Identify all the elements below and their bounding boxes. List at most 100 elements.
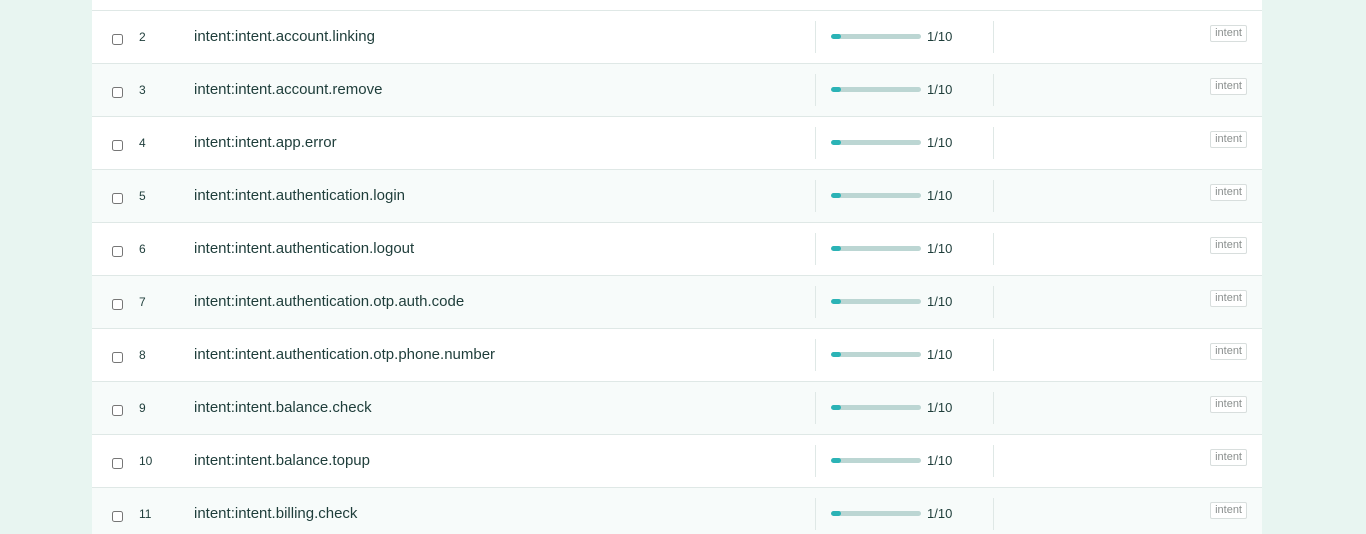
table-row[interactable]: 9 intent:intent.balance.check 1/10 inten… xyxy=(92,382,1262,435)
intent-name[interactable]: intent:intent.billing.check xyxy=(194,505,357,522)
progress-label: 1/10 xyxy=(927,241,953,256)
row-index: 4 xyxy=(139,136,146,150)
progress-fill xyxy=(831,193,841,198)
progress-fill xyxy=(831,405,841,410)
progress-label: 1/10 xyxy=(927,188,953,203)
column-divider xyxy=(815,286,816,318)
row-checkbox[interactable] xyxy=(112,193,123,204)
progress-label: 1/10 xyxy=(927,294,953,309)
intent-table: 2 intent:intent.account.linking 1/10 int… xyxy=(92,0,1262,534)
intent-name[interactable]: intent:intent.balance.check xyxy=(194,399,372,416)
progress-bar xyxy=(831,352,921,357)
table-row[interactable]: 8 intent:intent.authentication.otp.phone… xyxy=(92,329,1262,382)
progress-bar xyxy=(831,299,921,304)
progress-bar xyxy=(831,87,921,92)
row-checkbox[interactable] xyxy=(112,511,123,522)
table-row[interactable]: 11 intent:intent.billing.check 1/10 inte… xyxy=(92,488,1262,534)
column-divider xyxy=(993,127,994,159)
progress-bar xyxy=(831,511,921,516)
row-checkbox[interactable] xyxy=(112,458,123,469)
progress-fill xyxy=(831,458,841,463)
intent-name[interactable]: intent:intent.authentication.login xyxy=(194,187,405,204)
type-tag: intent xyxy=(1210,290,1247,307)
row-index: 3 xyxy=(139,83,146,97)
column-divider xyxy=(815,74,816,106)
progress-bar xyxy=(831,140,921,145)
type-tag: intent xyxy=(1210,237,1247,254)
progress-fill xyxy=(831,87,841,92)
row-checkbox[interactable] xyxy=(112,140,123,151)
row-checkbox[interactable] xyxy=(112,87,123,98)
intent-name[interactable]: intent:intent.account.remove xyxy=(194,81,382,98)
row-index: 6 xyxy=(139,242,146,256)
row-checkbox[interactable] xyxy=(112,405,123,416)
progress-fill xyxy=(831,34,841,39)
table-body: 2 intent:intent.account.linking 1/10 int… xyxy=(92,11,1262,534)
type-tag: intent xyxy=(1210,343,1247,360)
progress-bar xyxy=(831,193,921,198)
table-row[interactable]: 10 intent:intent.balance.topup 1/10 inte… xyxy=(92,435,1262,488)
row-index: 11 xyxy=(139,507,152,521)
table-row[interactable]: 2 intent:intent.account.linking 1/10 int… xyxy=(92,11,1262,64)
column-divider xyxy=(993,498,994,530)
progress-bar xyxy=(831,246,921,251)
column-divider xyxy=(815,445,816,477)
row-checkbox[interactable] xyxy=(112,246,123,257)
table-row[interactable]: 6 intent:intent.authentication.logout 1/… xyxy=(92,223,1262,276)
column-divider xyxy=(815,233,816,265)
row-index: 10 xyxy=(139,454,153,468)
row-checkbox[interactable] xyxy=(112,299,123,310)
row-index: 5 xyxy=(139,189,146,203)
column-divider xyxy=(993,74,994,106)
row-index: 8 xyxy=(139,348,146,362)
row-index: 9 xyxy=(139,401,146,415)
row-checkbox[interactable] xyxy=(112,34,123,45)
table-row[interactable]: 5 intent:intent.authentication.login 1/1… xyxy=(92,170,1262,223)
table-row[interactable]: 4 intent:intent.app.error 1/10 intent xyxy=(92,117,1262,170)
column-divider xyxy=(993,339,994,371)
type-tag: intent xyxy=(1210,131,1247,148)
progress-fill xyxy=(831,352,841,357)
column-divider xyxy=(815,127,816,159)
type-tag: intent xyxy=(1210,25,1247,42)
progress-label: 1/10 xyxy=(927,29,953,44)
progress-label: 1/10 xyxy=(927,453,953,468)
progress-bar xyxy=(831,34,921,39)
intent-name[interactable]: intent:intent.authentication.otp.phone.n… xyxy=(194,346,495,363)
progress-label: 1/10 xyxy=(927,400,953,415)
row-checkbox[interactable] xyxy=(112,352,123,363)
progress-fill xyxy=(831,511,841,516)
column-divider xyxy=(993,180,994,212)
column-divider xyxy=(815,392,816,424)
type-tag: intent xyxy=(1210,502,1247,519)
progress-bar xyxy=(831,458,921,463)
progress-bar xyxy=(831,405,921,410)
intent-name[interactable]: intent:intent.authentication.logout xyxy=(194,240,414,257)
progress-label: 1/10 xyxy=(927,347,953,362)
column-divider xyxy=(993,21,994,53)
intent-name[interactable]: intent:intent.authentication.otp.auth.co… xyxy=(194,293,464,310)
column-divider xyxy=(993,233,994,265)
column-divider xyxy=(815,498,816,530)
progress-label: 1/10 xyxy=(927,82,953,97)
column-divider xyxy=(993,392,994,424)
column-divider xyxy=(993,286,994,318)
type-tag: intent xyxy=(1210,184,1247,201)
row-index: 2 xyxy=(139,30,146,44)
type-tag: intent xyxy=(1210,78,1247,95)
intent-name[interactable]: intent:intent.app.error xyxy=(194,134,337,151)
column-divider xyxy=(815,21,816,53)
progress-fill xyxy=(831,140,841,145)
table-row[interactable]: 3 intent:intent.account.remove 1/10 inte… xyxy=(92,64,1262,117)
progress-fill xyxy=(831,246,841,251)
type-tag: intent xyxy=(1210,449,1247,466)
column-divider xyxy=(815,339,816,371)
intent-name[interactable]: intent:intent.balance.topup xyxy=(194,452,370,469)
column-divider xyxy=(993,445,994,477)
progress-fill xyxy=(831,299,841,304)
intent-name[interactable]: intent:intent.account.linking xyxy=(194,28,375,45)
progress-label: 1/10 xyxy=(927,506,953,521)
row-index: 7 xyxy=(139,295,146,309)
progress-label: 1/10 xyxy=(927,135,953,150)
table-row[interactable]: 7 intent:intent.authentication.otp.auth.… xyxy=(92,276,1262,329)
